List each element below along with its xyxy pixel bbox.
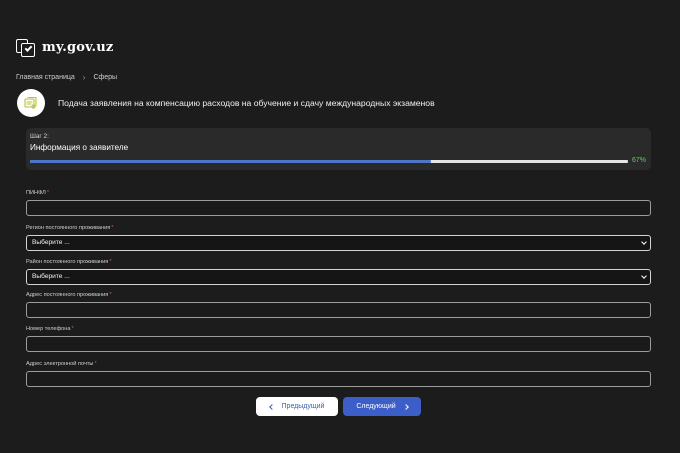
checkbox-document-icon bbox=[16, 37, 36, 57]
email-field-group: Адрес электронной почты* bbox=[26, 361, 651, 387]
pinfl-input[interactable] bbox=[26, 200, 651, 216]
progress-percent: 67% bbox=[631, 157, 646, 164]
page-title: Подача заявления на компенсацию расходов… bbox=[58, 98, 435, 108]
address-label: Адрес постоянного проживания* bbox=[26, 292, 112, 298]
email-label: Адрес электронной почты* bbox=[26, 361, 97, 367]
progress-bar-fill bbox=[30, 160, 431, 163]
region-select[interactable]: Выберите ... bbox=[26, 235, 651, 251]
pinfl-label: ПИНФЛ* bbox=[26, 190, 50, 196]
chevron-left-icon bbox=[268, 403, 275, 410]
site-logo[interactable]: my.gov.uz bbox=[16, 37, 114, 57]
next-button[interactable]: Следующий bbox=[343, 397, 421, 416]
phone-input[interactable] bbox=[26, 336, 651, 352]
breadcrumb: Главная страница › Сферы bbox=[16, 73, 117, 82]
next-button-label: Следующий bbox=[356, 403, 396, 410]
previous-button[interactable]: Предыдущий bbox=[256, 397, 338, 416]
pinfl-field-group: ПИНФЛ* bbox=[26, 190, 651, 216]
logo-text: my.gov.uz bbox=[42, 39, 114, 55]
phone-field-group: Номер телефона* bbox=[26, 326, 651, 352]
district-select-value: Выберите ... bbox=[32, 273, 70, 280]
region-select-value: Выберите ... bbox=[32, 239, 70, 246]
region-label: Регион постоянного проживания* bbox=[26, 225, 114, 231]
email-input[interactable] bbox=[26, 371, 651, 387]
breadcrumb-home[interactable]: Главная страница bbox=[16, 74, 75, 81]
step-number: Шаг 2: bbox=[30, 133, 49, 140]
previous-button-label: Предыдущий bbox=[281, 403, 325, 410]
chevron-down-icon bbox=[641, 273, 647, 279]
progress-bar bbox=[30, 160, 628, 163]
address-field-group: Адрес постоянного проживания* bbox=[26, 292, 651, 318]
district-select[interactable]: Выберите ... bbox=[26, 269, 651, 285]
breadcrumb-separator-icon: › bbox=[82, 73, 86, 82]
region-field-group: Регион постоянного проживания* Выберите … bbox=[26, 225, 651, 251]
step-title: Информация о заявителе bbox=[30, 143, 129, 152]
step-progress-card: Шаг 2: Информация о заявителе 67% bbox=[26, 128, 651, 170]
breadcrumb-current[interactable]: Сферы bbox=[93, 74, 117, 81]
district-label: Район постоянного проживания* bbox=[26, 259, 112, 265]
address-input[interactable] bbox=[26, 302, 651, 318]
phone-label: Номер телефона* bbox=[26, 326, 74, 332]
chevron-right-icon bbox=[402, 403, 409, 410]
chevron-down-icon bbox=[641, 239, 647, 245]
certificate-icon bbox=[17, 89, 45, 117]
district-field-group: Район постоянного проживания* Выберите .… bbox=[26, 259, 651, 285]
